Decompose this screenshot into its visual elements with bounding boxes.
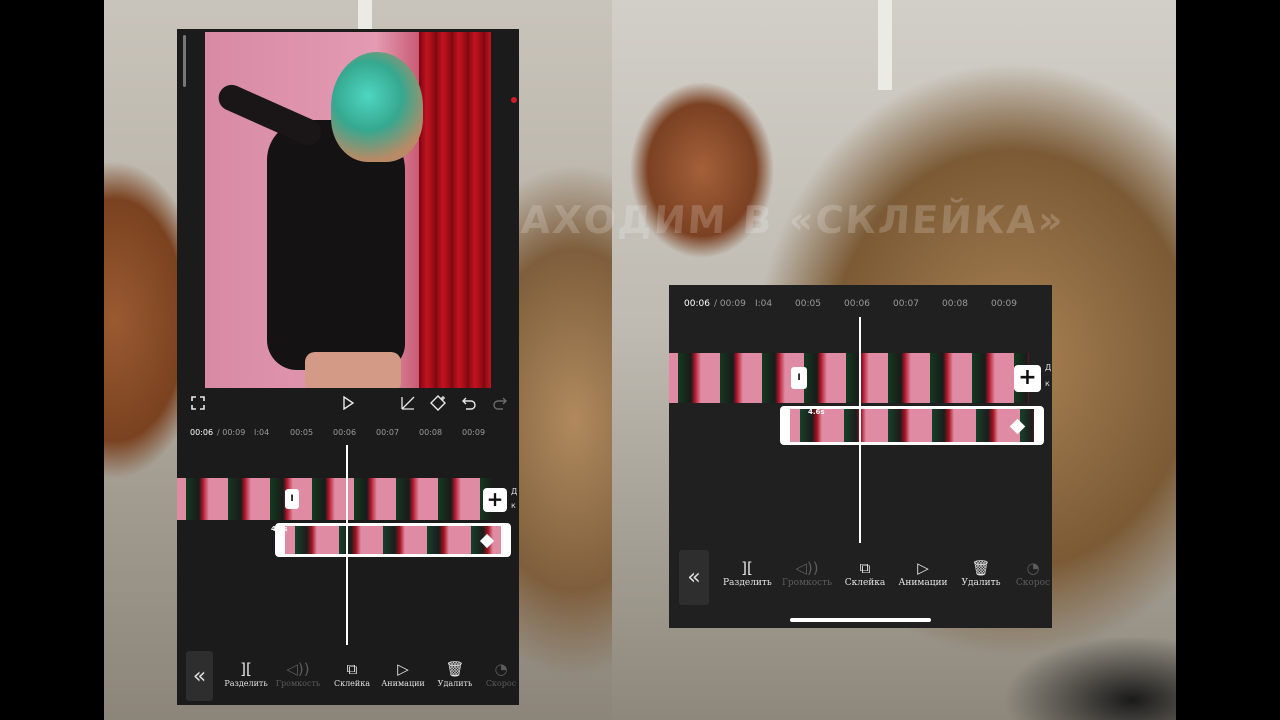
overlay-clip[interactable] [275, 523, 511, 557]
animation-icon: ▷ [917, 559, 929, 577]
double-chevron-left-icon: « [687, 565, 701, 590]
side-label: Д [1045, 363, 1052, 372]
side-label: к [511, 501, 516, 510]
tick-label: 00:09 [462, 428, 486, 437]
main-video-track[interactable] [177, 478, 493, 520]
overlay-caption: ЗАХОДИМ В «СКЛЕЙКА» [490, 198, 1067, 242]
tick-label: I:04 [254, 428, 270, 437]
volume-icon: ◁)) [795, 559, 819, 577]
tool-volume[interactable]: ◁)) Громкость [781, 558, 833, 588]
tool-overlay[interactable]: ⧉ Склейка [841, 558, 889, 588]
tick-label: 00:07 [893, 299, 919, 309]
double-chevron-left-icon: « [192, 663, 207, 689]
dancer-legs [305, 352, 401, 388]
back-button[interactable]: « [679, 550, 709, 605]
side-label: к [1045, 379, 1050, 388]
tick-label: I:04 [755, 299, 773, 309]
video-editor-screen: 00:06 / 00:09 I:04 00:05 00:06 00:07 00:… [177, 29, 519, 705]
red-curtain [419, 32, 491, 388]
tool-split[interactable]: ][ Разделить [723, 558, 772, 588]
clip-duration: 4.6s [271, 525, 288, 533]
tool-delete[interactable]: 🗑 Удалить [432, 659, 478, 688]
tick-label: 00:08 [942, 299, 968, 309]
split-icon: ][ [741, 559, 753, 577]
home-indicator[interactable] [790, 618, 931, 622]
tick-label: 00:09 [991, 299, 1017, 309]
main-video-track[interactable] [669, 353, 1029, 403]
split-marker[interactable]: I [285, 489, 299, 509]
dancer-arm [214, 80, 326, 150]
tool-speed[interactable]: ◔ Скорос [483, 659, 519, 688]
current-time: 00:06 [190, 428, 214, 437]
speed-icon: ◔ [494, 660, 508, 678]
timeline-zoom-screen: 00:06 / 00:09 I:04 00:05 00:06 00:07 00:… [669, 285, 1052, 628]
split-marker[interactable]: I [791, 367, 807, 389]
play-icon[interactable] [337, 392, 359, 414]
redo-icon[interactable] [489, 392, 511, 414]
playhead[interactable] [859, 317, 861, 543]
tick-label: 00:06 [333, 428, 357, 437]
clip-duration: 4.6s [808, 408, 825, 416]
undo-icon[interactable] [458, 392, 480, 414]
add-clip-button[interactable]: + [483, 488, 507, 512]
tick-label: 00:07 [376, 428, 400, 437]
speed-icon: ◔ [1026, 559, 1040, 577]
overlay-icon: ⧉ [859, 559, 871, 577]
trash-icon: 🗑 [445, 660, 465, 678]
curve-icon[interactable] [397, 392, 419, 414]
tick-label: 00:06 [844, 299, 870, 309]
tick-label: 00:08 [419, 428, 443, 437]
keyframe-icon[interactable] [427, 392, 449, 414]
split-icon: ][ [240, 660, 252, 678]
trash-icon: 🗑 [971, 559, 991, 577]
dancer-head [331, 52, 423, 162]
side-label: Д [511, 487, 518, 496]
tick-label: 00:05 [290, 428, 314, 437]
current-time: 00:06 [684, 299, 710, 309]
overlay-icon: ⧉ [346, 660, 358, 678]
tool-split[interactable]: ][ Разделить [223, 659, 269, 688]
wall-edge [878, 0, 892, 90]
tool-animation[interactable]: ▷ Анимации [897, 558, 949, 588]
video-preview[interactable] [205, 32, 491, 388]
tool-animation[interactable]: ▷ Анимации [380, 659, 426, 688]
playhead[interactable] [346, 445, 348, 645]
add-clip-button[interactable]: + [1014, 365, 1041, 392]
tool-speed[interactable]: ◔ Скорос [1014, 558, 1052, 588]
tool-overlay[interactable]: ⧉ Склейка [329, 659, 375, 688]
total-time: / 00:09 [714, 299, 746, 309]
tool-delete[interactable]: 🗑 Удалить [958, 558, 1004, 588]
total-time: / 00:09 [217, 428, 246, 437]
tool-volume[interactable]: ◁)) Громкость [275, 659, 321, 688]
back-button[interactable]: « [186, 651, 213, 701]
animation-icon: ▷ [397, 660, 409, 678]
scroll-indicator [183, 35, 186, 87]
tick-label: 00:05 [795, 299, 821, 309]
fullscreen-icon[interactable] [187, 392, 209, 414]
volume-icon: ◁)) [286, 660, 310, 678]
record-dot [511, 97, 517, 103]
